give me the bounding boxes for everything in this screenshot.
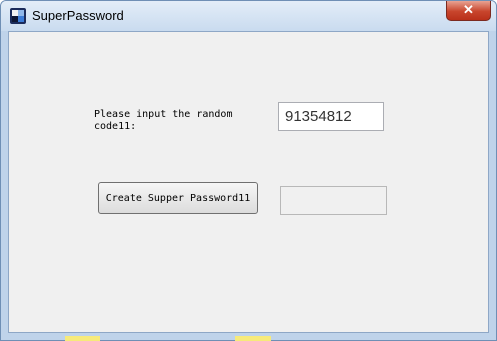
random-code-label: Please input the random code11:: [94, 109, 233, 132]
close-icon: ✕: [463, 2, 474, 17]
password-output-field[interactable]: [280, 186, 387, 215]
create-password-button[interactable]: Create Supper Password11: [98, 182, 258, 214]
superpassword-window: SuperPassword ✕ Please input the random …: [0, 0, 497, 341]
close-button[interactable]: ✕: [446, 1, 491, 21]
desktop-strip-left: [65, 336, 100, 341]
app-logo-icon: [10, 8, 26, 24]
title-bar[interactable]: SuperPassword ✕: [1, 1, 496, 31]
client-area: Please input the random code11: Create S…: [8, 31, 489, 333]
window-title: SuperPassword: [32, 8, 124, 23]
random-code-input[interactable]: [278, 102, 384, 131]
desktop-strip-right: [235, 336, 271, 341]
